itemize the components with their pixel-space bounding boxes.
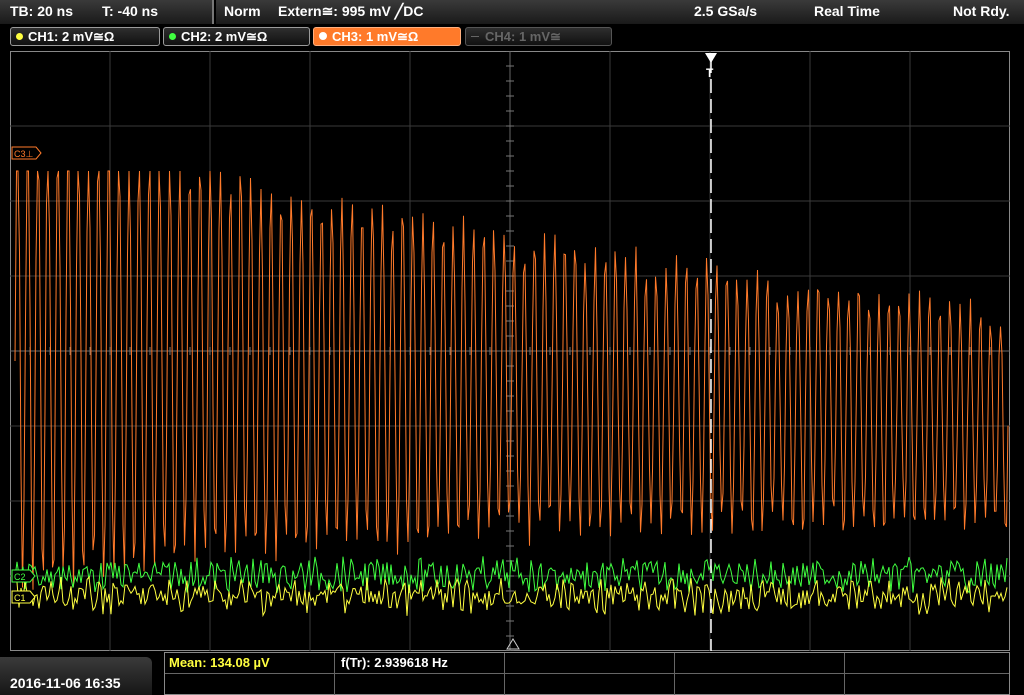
measurement-cell[interactable] — [505, 653, 675, 674]
acquisition-mode: Real Time — [814, 3, 880, 19]
horizontal-ref-icon[interactable] — [506, 638, 520, 650]
ch2-marker-label: C2 — [14, 572, 26, 582]
sample-rate: 2.5 GSa/s — [694, 3, 758, 19]
timebase-panel[interactable]: TB: 20 ns T: -40 ns — [0, 0, 214, 24]
measurement-cell[interactable]: Mean: 134.08 µV — [165, 653, 335, 674]
status-bar: TB: 20 ns T: -40 ns Norm Extern≅: 995 mV… — [0, 0, 1024, 24]
ch1-indicator-icon — [16, 33, 23, 40]
measurement-row[interactable] — [165, 674, 1009, 695]
waveform-canvas[interactable]: T C3⊥ C2 C1 — [10, 51, 1010, 651]
trigger-mode: Norm — [224, 3, 261, 19]
measurement-cell[interactable] — [335, 674, 505, 695]
trigger-marker-label: T — [706, 66, 714, 80]
ch3-marker-label: C3⊥ — [14, 149, 34, 159]
ch3-label: CH3: 1 mV≅Ω — [332, 29, 419, 44]
ch1-label: CH1: 2 mV≅Ω — [28, 29, 115, 44]
ch4-off-icon — [471, 36, 479, 37]
ch3-indicator-icon — [319, 32, 327, 40]
channel-tab-ch3[interactable]: CH3: 1 mV≅Ω — [313, 27, 461, 46]
trigger-frequency-measurement: f(Tr): 2.939618 Hz — [341, 655, 448, 670]
ch2-indicator-icon — [169, 33, 176, 40]
ch4-label: CH4: 1 mV≅ — [485, 29, 561, 44]
ch1-offset-marker[interactable]: C1 — [11, 590, 36, 604]
ch1-marker-label: C1 — [14, 593, 26, 603]
measurement-table[interactable]: Mean: 134.08 µV f(Tr): 2.939618 Hz — [164, 652, 1010, 695]
measurement-cell[interactable] — [505, 674, 675, 695]
trigger-source: Extern≅: 995 mV ╱DC — [278, 3, 424, 19]
ch2-offset-marker[interactable]: C2 — [11, 569, 36, 583]
ch2-label: CH2: 2 mV≅Ω — [181, 29, 268, 44]
channel-tab-ch2[interactable]: CH2: 2 mV≅Ω — [163, 27, 310, 46]
measurement-cell[interactable] — [675, 653, 845, 674]
trigger-time-readout: T: -40 ns — [102, 3, 159, 19]
measurement-cell[interactable]: f(Tr): 2.939618 Hz — [335, 653, 505, 674]
ch2-trace — [14, 556, 1008, 594]
measurement-row[interactable]: Mean: 134.08 µV f(Tr): 2.939618 Hz — [165, 653, 1009, 674]
trigger-arrow-icon[interactable] — [705, 53, 717, 63]
channel-tab-ch4[interactable]: CH4: 1 mV≅ — [465, 27, 612, 46]
channel-tab-ch1[interactable]: CH1: 2 mV≅Ω — [10, 27, 160, 46]
acquisition-status: Not Rdy. — [953, 3, 1010, 19]
timebase-readout: TB: 20 ns — [10, 3, 74, 19]
ch3-trace — [14, 170, 1009, 590]
measurement-cell[interactable] — [675, 674, 845, 695]
ch3-offset-marker[interactable]: C3⊥ — [11, 146, 42, 160]
trigger-panel[interactable]: Norm Extern≅: 995 mV ╱DC 2.5 GSa/s Real … — [216, 0, 1024, 24]
mean-measurement: Mean: 134.08 µV — [169, 655, 270, 670]
datetime-readout: 2016-11-06 16:35 — [10, 675, 121, 691]
datetime-panel: 2016-11-06 16:35 — [0, 657, 152, 695]
measurement-cell[interactable] — [165, 674, 335, 695]
